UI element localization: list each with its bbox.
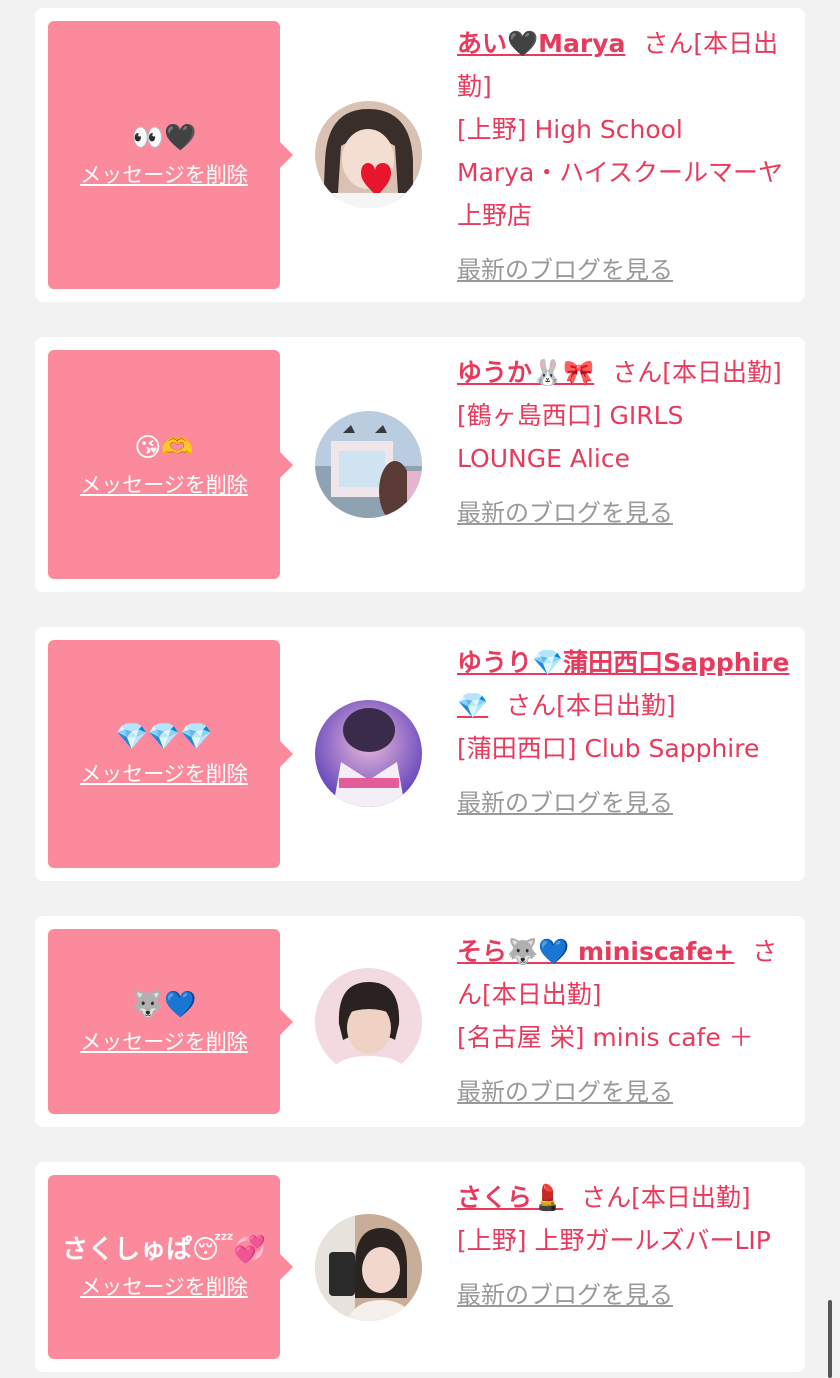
cast-info: ゆうか🐰🎀 さん[本日出勤] [鶴ヶ島西口] GIRLS LOUNGE Alice… — [457, 351, 792, 535]
cast-name-link[interactable]: ゆうか🐰🎀 — [457, 358, 594, 387]
message-bubble: 😘🫶 メッセージを削除 — [48, 350, 293, 579]
avatar[interactable] — [315, 1214, 422, 1321]
shop-name: [蒲田西口] Club Sapphire — [457, 734, 760, 763]
delete-message-link[interactable]: メッセージを削除 — [80, 1026, 248, 1056]
cast-info: そら🐺💙 miniscafe+ さん[本日出勤] [名古屋 栄] minis ca… — [457, 930, 792, 1114]
message-card: 😘🫶 メッセージを削除 ゆうか🐰🎀 さん[本日出勤] [鶴ヶ島西口] GIRLS … — [35, 337, 805, 592]
message-card: 💎💎💎 メッセージを削除 ゆうり💎蒲田西口Sapphire💎 さん[本日出勤] [… — [35, 627, 805, 881]
cast-name-link[interactable]: そら🐺💙 miniscafe+ — [457, 937, 734, 966]
latest-blog-link[interactable]: 最新のブログを見る — [457, 249, 673, 292]
message-text: さくしゅぱ😴💞 — [61, 1235, 267, 1265]
shop-name: [上野] 上野ガールズバーLIP — [457, 1226, 771, 1255]
delete-message-link[interactable]: メッセージを削除 — [80, 1271, 248, 1301]
latest-blog-link[interactable]: 最新のブログを見る — [457, 1274, 673, 1317]
cast-status: さん[本日出勤] — [506, 691, 676, 720]
message-text: 👀🖤 — [131, 123, 197, 153]
message-bubble: 🐺💙 メッセージを削除 — [48, 929, 293, 1114]
avatar[interactable] — [315, 411, 422, 518]
cast-info: あい🖤Marya さん[本日出勤] [上野] High School Marya・… — [457, 22, 792, 292]
shop-name: [鶴ヶ島西口] GIRLS LOUNGE Alice — [457, 401, 684, 473]
cast-status: さん[本日出勤] — [612, 358, 782, 387]
delete-message-link[interactable]: メッセージを削除 — [80, 758, 248, 788]
message-text: 😘🫶 — [134, 432, 194, 463]
message-card: 🐺💙 メッセージを削除 そら🐺💙 miniscafe+ さん[本日出勤] [名古屋… — [35, 916, 805, 1127]
shop-name: [上野] High School Marya・ハイスクールマーヤ上野店 — [457, 115, 784, 230]
avatar[interactable] — [315, 700, 422, 807]
delete-message-link[interactable]: メッセージを削除 — [80, 469, 248, 499]
avatar[interactable] — [315, 101, 422, 208]
message-card: さくしゅぱ😴💞 メッセージを削除 さくら💄 さん[本日出勤] [上野] 上野ガール… — [35, 1162, 805, 1372]
latest-blog-link[interactable]: 最新のブログを見る — [457, 782, 673, 825]
message-bubble: 💎💎💎 メッセージを削除 — [48, 640, 293, 868]
cast-info: ゆうり💎蒲田西口Sapphire💎 さん[本日出勤] [蒲田西口] Club Sa… — [457, 641, 792, 825]
message-text: 💎💎💎 — [115, 722, 213, 752]
message-card: 👀🖤 メッセージを削除 あい🖤Marya さん[本日出勤] [上野] High S… — [35, 8, 805, 302]
shop-name: [名古屋 栄] minis cafe ＋ — [457, 1023, 754, 1052]
cast-info: さくら💄 さん[本日出勤] [上野] 上野ガールズバーLIP 最新のブログを見る — [457, 1176, 792, 1317]
message-bubble: 👀🖤 メッセージを削除 — [48, 21, 293, 289]
message-text: 🐺💙 — [131, 989, 197, 1020]
cast-status: さん[本日出勤] — [581, 1183, 751, 1212]
message-bubble: さくしゅぱ😴💞 メッセージを削除 — [48, 1175, 293, 1359]
cast-name-link[interactable]: あい🖤Marya — [457, 29, 625, 58]
avatar[interactable] — [315, 968, 422, 1075]
delete-message-link[interactable]: メッセージを削除 — [80, 159, 248, 189]
latest-blog-link[interactable]: 最新のブログを見る — [457, 492, 673, 535]
scrollbar[interactable] — [828, 1300, 832, 1378]
cast-name-link[interactable]: さくら💄 — [457, 1183, 563, 1212]
latest-blog-link[interactable]: 最新のブログを見る — [457, 1071, 673, 1114]
